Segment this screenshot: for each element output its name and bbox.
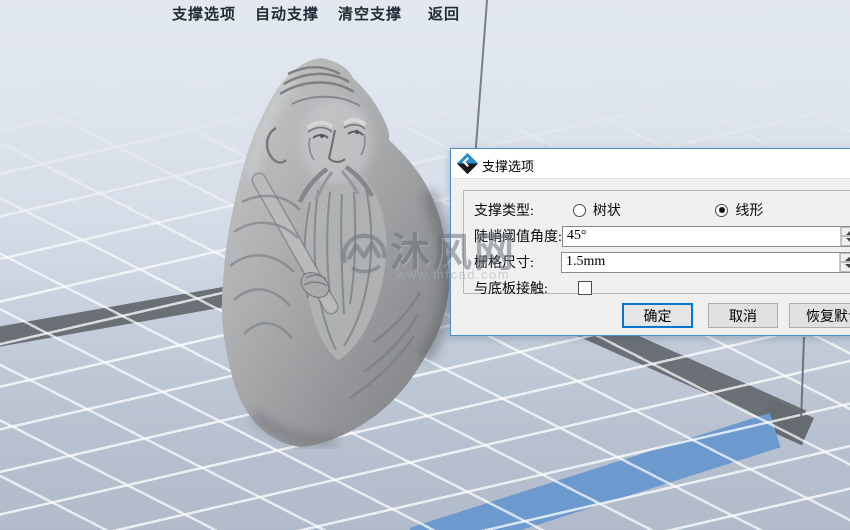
menu-item-support-options[interactable]: 支撑选项: [172, 3, 236, 24]
support-type-row: 支撑类型: 树状 线形: [474, 197, 850, 223]
spinner-down-icon[interactable]: [840, 236, 850, 246]
threshold-angle-field: [561, 225, 850, 247]
support-type-label: 支撑类型:: [474, 204, 534, 219]
menu-item-auto-support[interactable]: 自动支撑: [255, 3, 319, 24]
ok-button[interactable]: 确定: [622, 303, 693, 328]
support-options-dialog: 支撑选项 支撑类型: 树状 线形 陡峭阈值角度: 45° 栅格尺寸: 1.5mm…: [450, 148, 850, 336]
model-statue[interactable]: [213, 42, 465, 457]
dialog-titlebar[interactable]: 支撑选项: [451, 149, 850, 179]
grid-size-row: 栅格尺寸:: [474, 249, 850, 275]
radio-linear-icon[interactable]: [715, 203, 729, 217]
radio-tree-label: 树状: [592, 204, 621, 219]
touch-plate-label: 与底板接触:: [474, 282, 548, 297]
grid-size-spinner: [839, 252, 850, 272]
menu-item-clear-support[interactable]: 清空支撑: [338, 3, 402, 24]
threshold-angle-spinner: [839, 226, 850, 246]
cancel-button[interactable]: 取消: [708, 303, 778, 328]
grid-size-label: 栅格尺寸:: [474, 256, 534, 271]
spinner-down-icon[interactable]: [840, 262, 850, 272]
dialog-title: 支撑选项: [482, 159, 535, 174]
top-menubar: 支撑选项 自动支撑 清空支撑 返回: [0, 0, 850, 24]
radio-option-linear[interactable]: 线形: [715, 200, 850, 220]
menu-item-back[interactable]: 返回: [428, 3, 460, 24]
app-window: 支撑选项 自动支撑 清空支撑 返回 支撑选项 支撑类型: 树状 线形 陡峭阈值角…: [0, 0, 850, 530]
threshold-angle-input[interactable]: [562, 226, 844, 246]
threshold-angle-row: 陡峭阈值角度:: [474, 223, 850, 249]
restore-defaults-button[interactable]: 恢复默认: [789, 303, 850, 328]
grid-size-field: [561, 251, 850, 273]
spinner-up-icon[interactable]: [840, 226, 850, 236]
threshold-angle-label: 陡峭阈值角度:: [474, 230, 562, 245]
touch-plate-checkbox[interactable]: [578, 281, 592, 295]
radio-linear-label: 线形: [735, 204, 764, 219]
support-settings-group: 支撑类型: 树状 线形 陡峭阈值角度: 45° 栅格尺寸: 1.5mm 与底板接…: [463, 190, 850, 297]
grid-size-input[interactable]: [562, 252, 843, 272]
radio-option-tree[interactable]: 树状: [572, 200, 716, 220]
app-logo-icon: [456, 152, 479, 175]
radio-tree-icon[interactable]: [572, 203, 586, 217]
touch-plate-row: 与底板接触:: [474, 275, 850, 301]
spinner-up-icon[interactable]: [840, 252, 850, 262]
